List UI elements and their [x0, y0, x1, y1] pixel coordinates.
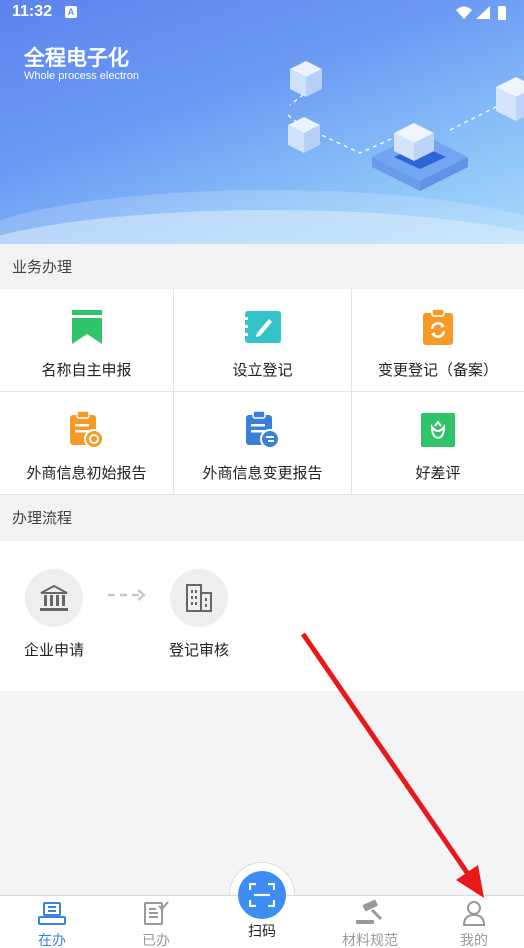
tab-label: 材料规范 [342, 933, 398, 948]
banner-title: 全程电子化 [24, 46, 129, 70]
scan-label[interactable]: 扫码 [222, 921, 302, 941]
battery-icon [498, 6, 506, 20]
service-label: 变更登记（备案） [377, 361, 498, 379]
scan-icon [249, 883, 275, 907]
user-icon [424, 896, 524, 926]
in-progress-icon [0, 896, 104, 926]
tab-label: 在办 [38, 933, 66, 948]
tab-completed[interactable]: 已办 [104, 896, 208, 948]
process-step-review: 登记审核 [164, 569, 234, 660]
tab-label: 我的 [460, 933, 488, 948]
services-grid: 名称自主申报 设立登记 变更登记（备案） 外商信息初始报告 外商信息变更报告 好… [0, 289, 524, 495]
service-name-declaration[interactable]: 名称自主申报 [0, 289, 174, 392]
process-step-label: 企业申请 [23, 641, 84, 659]
service-label: 外商信息初始报告 [26, 464, 147, 482]
dashed-arrow-icon [108, 589, 146, 601]
service-change-registration[interactable]: 变更登记（备案） [352, 289, 524, 392]
bank-building-icon [25, 569, 83, 627]
signal-icon [476, 6, 490, 19]
tab-label: 已办 [142, 933, 170, 948]
clipboard-exchange-icon [245, 410, 280, 450]
edit-doc-icon [244, 307, 281, 347]
tab-in-progress[interactable]: 在办 [0, 896, 104, 948]
process-flow: 企业申请 登记审核 [0, 541, 524, 691]
app-screen: 11:32 A 全程电子化 Whole process electron 业务办… [0, 0, 524, 948]
wifi-icon [456, 6, 472, 19]
done-doc-icon [104, 896, 208, 926]
service-foreign-initial-report[interactable]: 外商信息初始报告 [0, 392, 174, 495]
status-bar: 11:32 A [0, 0, 524, 26]
cubes-illustration [287, 61, 524, 191]
office-building-icon [170, 569, 228, 627]
process-step-label: 登记审核 [168, 641, 229, 659]
system-icons [454, 4, 516, 26]
banner: 11:32 A 全程电子化 Whole process electron [0, 0, 524, 244]
service-establishment-registration[interactable]: 设立登记 [174, 289, 352, 392]
banner-subtitle: Whole process electron [24, 70, 139, 82]
status-time: 11:32 [12, 3, 53, 20]
service-rating[interactable]: 好差评 [352, 392, 524, 495]
clipboard-clock-icon [69, 410, 104, 450]
service-label: 名称自主申报 [41, 361, 132, 379]
tab-material-standards[interactable]: 材料规范 [316, 896, 424, 948]
bookmark-icon [71, 307, 103, 347]
flower-badge-icon [421, 410, 455, 450]
clipboard-refresh-icon [423, 307, 453, 347]
notification-icon: A [65, 6, 77, 18]
section-header-business: 业务办理 [0, 244, 524, 290]
service-label: 外商信息变更报告 [202, 464, 323, 482]
service-label: 设立登记 [232, 361, 293, 379]
scan-button[interactable] [238, 871, 286, 919]
process-step-application: 企业申请 [19, 569, 89, 660]
gavel-icon [316, 896, 424, 926]
service-label: 好差评 [415, 464, 461, 482]
section-header-process: 办理流程 [0, 495, 524, 541]
service-foreign-change-report[interactable]: 外商信息变更报告 [174, 392, 352, 495]
tab-mine[interactable]: 我的 [424, 896, 524, 948]
